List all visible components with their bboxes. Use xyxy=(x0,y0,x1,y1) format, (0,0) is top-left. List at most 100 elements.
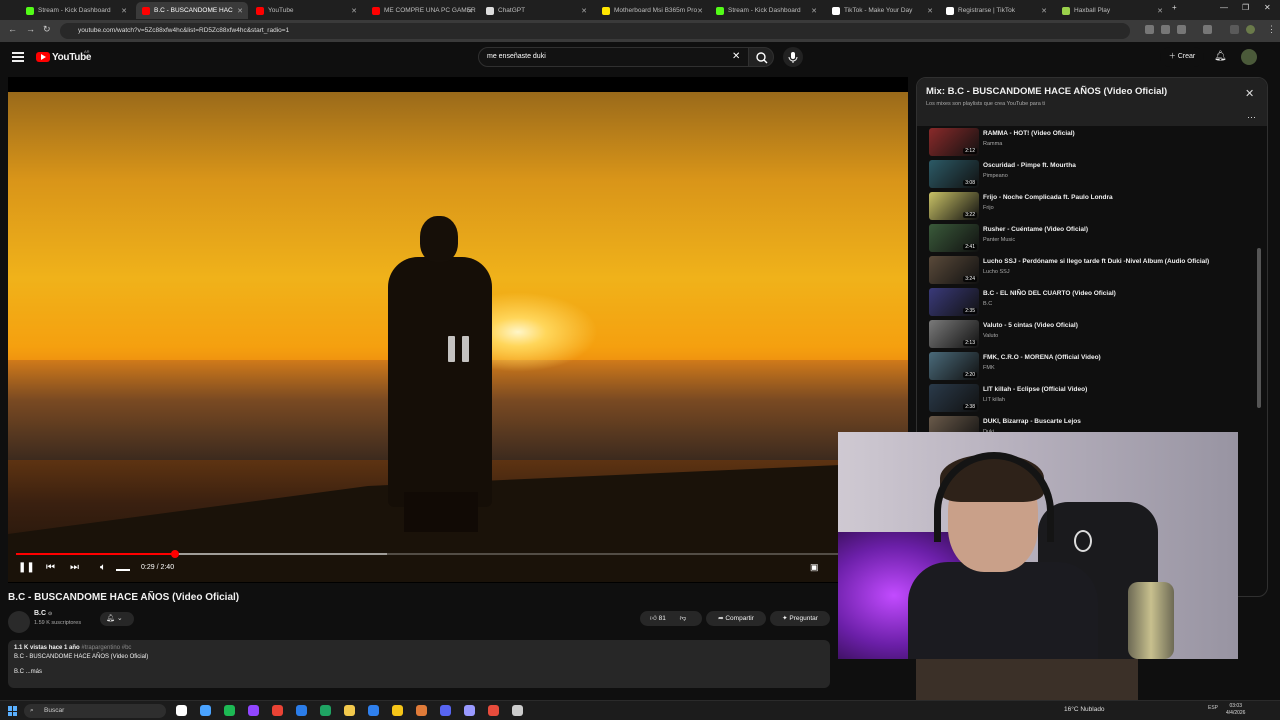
browser-tab[interactable]: Haxball Play ✕ xyxy=(1056,2,1168,19)
next-button[interactable]: ⏭︎ xyxy=(70,562,79,573)
channel-avatar[interactable] xyxy=(8,611,30,633)
close-icon[interactable]: ✕ xyxy=(121,7,127,15)
clear-search-icon[interactable]: ✕ xyxy=(732,51,740,62)
back-icon[interactable]: ← xyxy=(8,24,17,34)
miniplayer-icon[interactable]: ▣ xyxy=(810,562,819,573)
browser-tab[interactable]: ME COMPRE UNA PC GAMER ✕ xyxy=(366,2,478,19)
windows-start-icon[interactable] xyxy=(8,706,18,716)
close-icon[interactable]: ✕ xyxy=(581,7,587,15)
browser-tab-active[interactable]: B.C - BUSCANDOME HAC ✕ xyxy=(136,2,248,19)
close-icon[interactable]: ✕ xyxy=(351,7,357,15)
hashtags[interactable]: #trapargentino #bc xyxy=(81,645,131,651)
taskbar-app-icon[interactable] xyxy=(200,705,211,716)
playlist-item[interactable]: 2:12 RAMMA - HOT! (Video Oficial) Ramma xyxy=(929,128,1259,160)
extension-icon[interactable] xyxy=(1161,25,1170,34)
video-silhouette-head xyxy=(420,216,458,262)
new-tab-button[interactable]: + xyxy=(1172,3,1177,12)
extension-icon[interactable] xyxy=(1145,25,1154,34)
close-icon[interactable]: ✕ xyxy=(237,7,243,15)
close-icon[interactable]: ✕ xyxy=(697,7,703,15)
taskbar-app-icon[interactable] xyxy=(488,705,499,716)
browser-tab[interactable]: ChatGPT ✕ xyxy=(480,2,592,19)
playlist-item-title: LIT killah - Eclipse (Official Video) xyxy=(983,386,1088,393)
channel-name[interactable]: B.C ⊙ xyxy=(34,610,52,617)
playlist-title[interactable]: Mix: B.C - BUSCANDOME HACE AÑOS (Video O… xyxy=(926,86,1167,97)
thumbs-down-icon[interactable]: 👎︎ xyxy=(680,615,687,622)
playlist-item[interactable]: 2:35 B.C - EL NIÑO DEL CUARTO (Video Ofic… xyxy=(929,288,1259,320)
forward-icon[interactable]: → xyxy=(26,24,35,34)
close-icon[interactable]: ✕ xyxy=(927,7,933,15)
taskbar-app-icon[interactable] xyxy=(512,705,523,716)
taskbar-app-icon[interactable] xyxy=(440,705,451,716)
like-button[interactable]: 👍︎ 81 👎︎ xyxy=(640,611,702,626)
playlist-item[interactable]: 2:13 Valuto - 5 cintas (Video Oficial) Val… xyxy=(929,320,1259,352)
previous-button[interactable]: ⏮︎ xyxy=(46,562,55,573)
reload-icon[interactable]: ↻ xyxy=(43,24,51,35)
bookmark-icon[interactable] xyxy=(1177,25,1186,34)
playlist-item[interactable]: 2:38 LIT killah - Eclipse (Official Video… xyxy=(929,384,1259,416)
playlist-item[interactable]: 3:22 Frijo - Noche Complicada ft. Paulo L… xyxy=(929,192,1259,224)
show-more-link[interactable]: B.C ...más xyxy=(14,668,824,677)
progress-bar[interactable] xyxy=(16,550,900,558)
volume-slider[interactable] xyxy=(116,569,130,571)
playlist-item[interactable]: 2:20 FMK, C.R.O - MORENA (Official Video)… xyxy=(929,352,1259,384)
weather-widget[interactable]: 16°C Nublado xyxy=(1064,706,1105,713)
close-icon[interactable]: ✕ xyxy=(1245,87,1254,100)
playlist-scrollbar[interactable] xyxy=(1257,248,1261,408)
account-avatar[interactable] xyxy=(1241,49,1257,65)
volume-icon[interactable]: 🔈︎ xyxy=(100,562,106,573)
taskbar-app-icon[interactable] xyxy=(248,705,259,716)
playlist-item[interactable]: 3:24 Lucho SSJ - Perdóname si llego tarde… xyxy=(929,256,1259,288)
close-icon[interactable]: ✕ xyxy=(1041,7,1047,15)
taskbar-search[interactable]: ⌕ Buscar xyxy=(24,704,166,718)
profile-avatar[interactable] xyxy=(1246,25,1255,34)
playlist-item[interactable]: 3:08 Oscuridad - Pimpe ft. Mourtha Pimpean… xyxy=(929,160,1259,192)
more-options-icon[interactable]: ⋯ xyxy=(1247,112,1256,123)
browser-tab[interactable]: Stream - Kick Dashboard ✕ xyxy=(710,2,822,19)
sidebar-icon[interactable] xyxy=(1230,25,1239,34)
system-clock[interactable]: 03:03 4/4/2026 xyxy=(1226,703,1245,717)
playlist-item[interactable]: 2:41 Rusher - Cuéntame (Video Oficial) Pan… xyxy=(929,224,1259,256)
browser-tab[interactable]: YouTube ✕ xyxy=(250,2,362,19)
video-silhouette xyxy=(388,257,492,507)
voice-search-button[interactable] xyxy=(783,47,803,67)
minimize-button[interactable]: — xyxy=(1220,3,1228,12)
create-button[interactable]: ＋ Crear xyxy=(1160,47,1204,67)
taskbar-app-icon[interactable] xyxy=(368,705,379,716)
taskbar-app-icon[interactable] xyxy=(272,705,283,716)
taskbar-app-icon[interactable] xyxy=(176,705,187,716)
browser-tab[interactable]: TikTok - Make Your Day ✕ xyxy=(826,2,938,19)
maximize-button[interactable]: ❐ xyxy=(1242,3,1249,12)
taskbar-app-icon[interactable] xyxy=(320,705,331,716)
pause-button[interactable]: ❚❚ xyxy=(18,562,35,573)
taskbar-app-icon[interactable] xyxy=(224,705,235,716)
search-button[interactable] xyxy=(748,47,774,67)
duration-badge: 2:12 xyxy=(963,148,977,154)
subscription-bell-button[interactable]: 🔔︎ ⌄ xyxy=(100,612,134,626)
taskbar-app-icon[interactable] xyxy=(464,705,475,716)
youtube-logo-icon[interactable] xyxy=(36,52,50,62)
browser-tab[interactable]: Stream - Kick Dashboard ✕ xyxy=(20,2,132,19)
taskbar-app-icon[interactable] xyxy=(392,705,403,716)
extensions-icon[interactable] xyxy=(1203,25,1212,34)
close-icon[interactable]: ✕ xyxy=(467,7,473,15)
description-box[interactable]: 1.1 K vistas hace 1 año #trapargentino #… xyxy=(8,640,830,688)
window-close-button[interactable]: ✕ xyxy=(1264,3,1271,12)
ask-button[interactable]: ✦ Preguntar xyxy=(770,611,830,626)
taskbar-app-icon[interactable] xyxy=(416,705,427,716)
menu-icon[interactable]: ⋮ xyxy=(1267,24,1276,35)
browser-tab[interactable]: Registrarse | TikTok ✕ xyxy=(940,2,1052,19)
taskbar-app-icon[interactable] xyxy=(296,705,307,716)
tiktok-icon xyxy=(832,6,840,15)
close-icon[interactable]: ✕ xyxy=(811,7,817,15)
language-indicator[interactable]: ESP xyxy=(1208,705,1218,711)
share-button[interactable]: ➦ Compartir xyxy=(706,611,766,626)
search-input[interactable]: me enseñaste duki xyxy=(478,47,750,67)
notifications-bell-icon[interactable]: 🔔︎ xyxy=(1214,51,1227,62)
browser-tab[interactable]: Motherboard Msi B365m Pro ✕ xyxy=(596,2,708,19)
video-player[interactable]: ❚❚ ⏮︎ ⏭︎ 🔈︎ 0:29 / 2:40 ▣ xyxy=(8,77,908,583)
close-icon[interactable]: ✕ xyxy=(1157,7,1163,15)
address-bar[interactable]: youtube.com/watch?v=5Zc88xfw4hc&list=RD5… xyxy=(60,23,1130,39)
hamburger-menu-icon[interactable] xyxy=(12,52,24,62)
taskbar-app-icon[interactable] xyxy=(344,705,355,716)
